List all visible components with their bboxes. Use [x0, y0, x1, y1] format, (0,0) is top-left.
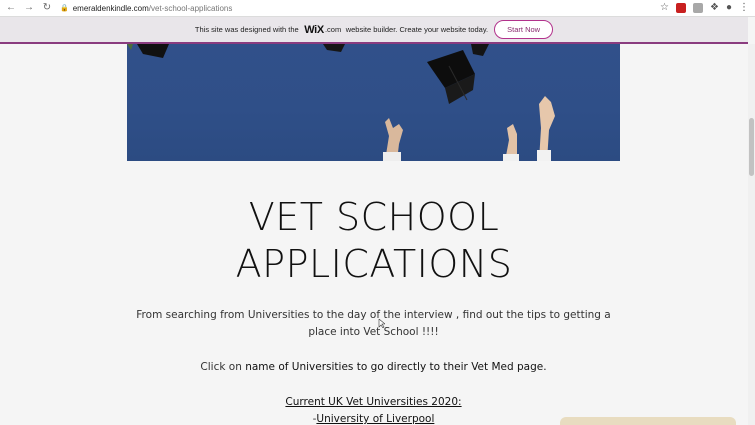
scrollbar-thumb[interactable]: [749, 118, 754, 176]
profile-avatar-icon[interactable]: ●: [726, 3, 732, 13]
wix-logo: WiX: [304, 23, 324, 36]
lock-icon: 🔒: [60, 5, 69, 12]
page-title: VET SCHOOL APPLICATIONS: [0, 194, 748, 288]
wix-promo-banner: This site was designed with the WiX .com …: [0, 17, 748, 44]
instruction-text: name of Universities to go directly to t…: [245, 361, 547, 373]
page-title-line: APPLICATIONS: [235, 242, 513, 286]
banner-text: website builder. Create your website tod…: [345, 25, 489, 34]
url-host: emeraldenkindle.com: [72, 3, 149, 13]
university-link-liverpool[interactable]: University of Liverpool: [316, 413, 434, 425]
instruction-prefix: Click on: [200, 361, 242, 373]
mouse-cursor-icon: [378, 319, 385, 328]
wix-logo-suffix: .com: [324, 25, 342, 34]
puzzle-extensions-icon[interactable]: ❖: [710, 3, 719, 13]
list-heading: Current UK Vet Universities 2020:: [285, 396, 462, 408]
url-path: /vet-school-applications: [148, 3, 233, 13]
extension-icon[interactable]: [692, 3, 703, 13]
start-now-button[interactable]: Start Now: [494, 20, 554, 39]
bookmark-star-icon[interactable]: ☆: [660, 3, 669, 13]
banner-text: This site was designed with the: [194, 25, 299, 34]
university-list: Current UK Vet Universities 2020: -Unive…: [127, 394, 620, 425]
forward-icon[interactable]: →: [22, 1, 36, 15]
address-bar[interactable]: 🔒 emeraldenkindle.com/vet-school-applica…: [60, 1, 232, 15]
chat-widget[interactable]: [560, 417, 736, 425]
back-icon[interactable]: ←: [4, 1, 18, 15]
extension-icon[interactable]: [675, 3, 686, 13]
hero-graduation-image: [127, 44, 620, 161]
browser-toolbar: ← → ↻ 🔒 emeraldenkindle.com/vet-school-a…: [0, 0, 755, 17]
instruction-paragraph: Click on name of Universities to go dire…: [127, 359, 620, 376]
menu-kebab-icon[interactable]: ⋮: [739, 3, 749, 13]
page-title-line: VET SCHOOL: [248, 195, 500, 239]
intro-paragraph: From searching from Universities to the …: [136, 309, 611, 338]
reload-icon[interactable]: ↻: [40, 1, 54, 15]
page-content: VET SCHOOL APPLICATIONS From searching f…: [0, 44, 748, 425]
scrollbar[interactable]: [748, 44, 755, 425]
